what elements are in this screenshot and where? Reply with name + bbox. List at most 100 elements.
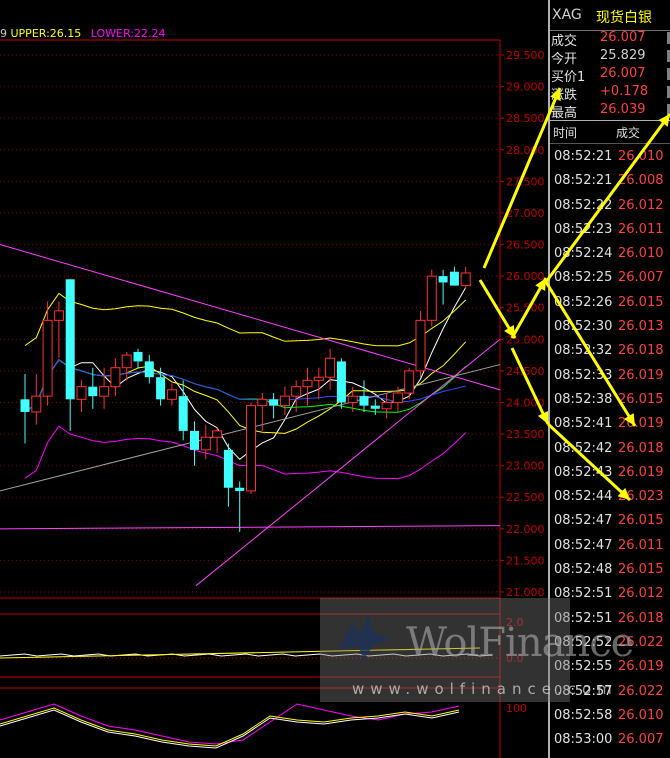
price-tick-label: 28.500	[506, 112, 545, 125]
candle-body-up	[426, 275, 437, 321]
price-tick-label: 26.500	[506, 239, 545, 252]
trade-time: 08:52:47	[554, 537, 613, 553]
trade-row: 08:52:32 26.018	[550, 342, 670, 366]
trade-row: 08:52:22 26.012	[550, 197, 670, 221]
candle-body-up	[76, 386, 87, 400]
bollinger-lower-line	[24, 425, 467, 480]
bollinger-legend: 9 UPPER:26.15 LOWER:22.24	[0, 27, 166, 40]
price-tick-label: 21.500	[506, 554, 545, 567]
price-tick-label: 24.000	[506, 396, 545, 409]
watermark-url: www.wolfinance.com	[352, 680, 618, 698]
trade-time: 08:52:38	[554, 391, 613, 407]
quote-table: 成交 26.007 今开 25.829 买价1 26.007 涨跌 +0.178 最高 26.03…	[550, 30, 670, 121]
trade-time: 08:52:21	[554, 149, 613, 164]
trade-row: 08:52:42 26.018	[550, 440, 670, 464]
trade-row: 08:52:25 26.007	[550, 269, 670, 293]
candle-body-up	[381, 401, 392, 410]
trade-time: 08:52:26	[554, 294, 613, 310]
trade-time: 08:52:41	[554, 416, 613, 432]
trade-price: 26.011	[618, 221, 664, 237]
quote-row: 最高 26.039	[550, 102, 670, 121]
candle-body-up	[200, 436, 211, 451]
trade-time: 08:52:22	[554, 197, 613, 213]
watermark-brand: WolFinance	[406, 620, 634, 666]
trade-row: 08:52:58 26.010	[550, 707, 670, 731]
trade-price: 26.013	[618, 319, 664, 335]
quote-value: +0.178	[600, 84, 649, 99]
candle-body-up	[291, 386, 302, 397]
candle-body-down	[178, 396, 188, 431]
price-tick-label: 25.500	[506, 302, 545, 315]
price-axis: 29.500 29.000 28.500 28.000 27.500 27.000 26.5…	[500, 49, 545, 599]
trade-price: 26.007	[618, 732, 664, 748]
trade-row: 08:52:24 26.010	[550, 245, 670, 269]
price-tick-label: 22.000	[506, 523, 545, 536]
candle-body-down	[144, 361, 154, 378]
candle-body-up	[347, 395, 358, 403]
candle-body-up	[404, 370, 415, 394]
trade-row: 08:52:47 26.015	[550, 512, 670, 536]
trade-price: 26.011	[618, 537, 664, 553]
quote-label: 今开	[551, 52, 578, 67]
trade-row: 08:52:48 26.015	[550, 561, 670, 585]
trade-price: 26.012	[618, 197, 664, 213]
watermark: WolFinance www.wolfinance.com	[320, 598, 634, 702]
ma5-line	[24, 287, 467, 460]
candle-body-down	[223, 449, 233, 488]
candle-body-up	[212, 430, 223, 438]
trade-time: 08:52:43	[554, 464, 613, 480]
trade-price: 26.012	[618, 586, 664, 602]
trade-row: 08:52:21 26.010	[550, 148, 670, 172]
candle-body-down	[235, 487, 245, 491]
trade-time: 08:52:58	[554, 707, 613, 723]
candle-body-down	[133, 351, 143, 362]
trade-row: 08:52:21 26.008	[550, 172, 670, 196]
candle-body-up	[99, 386, 110, 397]
trade-row: 08:52:44 26.023	[550, 488, 670, 512]
trade-time: 08:52:23	[554, 221, 613, 237]
trade-time: 08:52:24	[554, 246, 613, 262]
price-tick-label: 25.000	[506, 333, 545, 346]
trade-price: 26.010	[618, 707, 664, 723]
candle-body-up	[279, 395, 290, 407]
candle-body-up	[110, 367, 121, 388]
trade-price: 26.019	[618, 464, 664, 480]
price-tick-label: 28.000	[506, 144, 545, 157]
trade-time: 08:52:25	[554, 270, 613, 286]
trade-row: 08:52:26 26.015	[550, 294, 670, 318]
quote-value: 25.829	[600, 48, 646, 63]
kdj-d-line	[0, 707, 460, 747]
quote-header: XAG 现货白银	[550, 0, 670, 31]
price-tick-label: 23.000	[506, 460, 545, 473]
trade-price: 26.023	[618, 489, 664, 505]
price-tick-label: 26.000	[506, 270, 545, 283]
trade-price: 26.019	[618, 416, 664, 432]
candle-body-down	[190, 430, 199, 450]
candle-body-down	[269, 399, 279, 406]
candle-body-down	[359, 396, 369, 406]
price-tick-label: 22.500	[506, 491, 545, 504]
trade-time: 08:52:32	[554, 343, 613, 359]
candle-body-up	[325, 357, 336, 378]
trade-price: 26.007	[618, 270, 664, 286]
quote-value: 26.039	[600, 102, 646, 117]
candle-body-down	[20, 399, 30, 412]
candle-body-up	[302, 379, 313, 388]
trade-time: 08:52:30	[554, 319, 613, 335]
subpanel-tick-label: 100	[506, 702, 527, 715]
candle-body-down	[88, 386, 98, 397]
trade-price-header: 成交	[616, 126, 641, 140]
kdj-k-line	[0, 709, 460, 749]
trade-time: 08:52:48	[554, 562, 613, 578]
kdj-j-line	[0, 703, 460, 745]
quote-label: 买价1	[551, 70, 586, 85]
ma20-line	[24, 359, 467, 413]
trade-price: 26.010	[618, 246, 664, 262]
trade-time: 08:52:42	[554, 440, 613, 456]
candle-body-down	[370, 405, 380, 409]
price-tick-label: 29.500	[506, 49, 545, 62]
bollinger-upper-line	[24, 292, 467, 347]
trade-time-header: 时间	[553, 126, 578, 140]
candle-body-up	[415, 319, 426, 372]
candle-body-down	[438, 276, 448, 283]
